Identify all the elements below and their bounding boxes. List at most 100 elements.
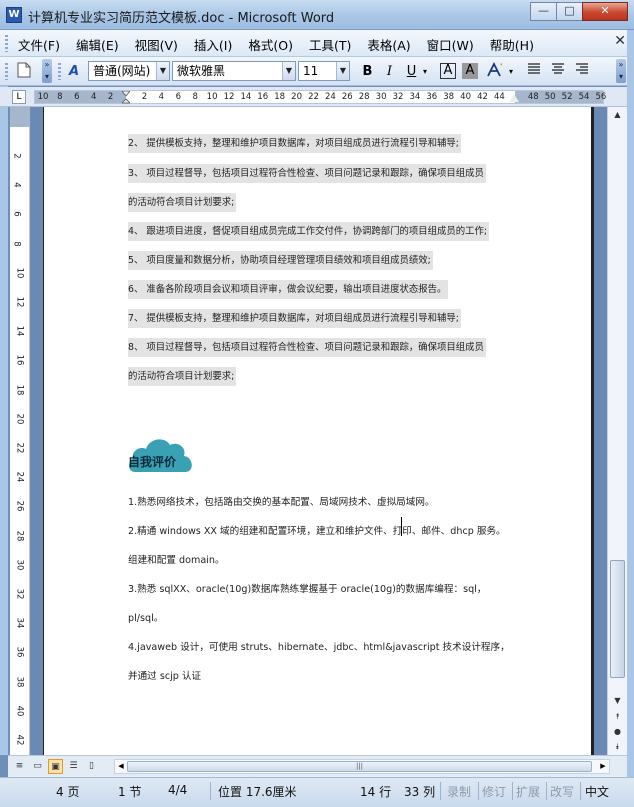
character-border-button[interactable]: A [440,63,456,79]
horizontal-scrollbar[interactable]: ◀ ||| ▶ [114,759,610,774]
ruler-tick-label: 8 [192,92,198,102]
horizontal-ruler[interactable]: 10 8 6 4 2 2 4 6 8 10 12 14 16 18 20 22 24 26 28 30 32 34 36 38… [34,90,606,104]
ruler-tick-label: 14 [240,92,252,102]
status-extend-mode[interactable]: 扩展 [516,783,540,800]
ruler-tick-label: 4 [158,92,165,102]
ruler-tick-label: 44 [493,92,505,102]
document-workspace[interactable]: 2、 提供模板支持，整理和维护项目数据库，对项目组成员进行流程引导和辅导; 3、… [31,107,607,755]
doc-line[interactable]: 4、 跟进项目进度，督促项目组成员完成工作交付件，协调跨部门的项目组成员的工作; [128,222,489,241]
minimize-button[interactable]: — [530,2,557,21]
toolbar-grip-2[interactable] [58,63,61,80]
print-layout-view-icon[interactable]: ▣ [48,759,63,774]
bold-button[interactable]: B [358,62,377,81]
eval-line[interactable]: 1.熟悉网络技术，包括路由交换的基本配置、局域网技术、虚拟局域网。 [128,494,435,508]
vertical-ruler[interactable]: 2 4 6 8 10 12 14 16 18 20 22 24 26 28 30 32 34 36 38 40 42 [10,107,30,755]
normal-view-icon[interactable]: ≡ [12,759,27,774]
close-button[interactable]: ✕ [582,2,628,21]
text-effects-dropdown-chevron-icon[interactable]: ▾ [506,62,516,81]
menu-tools[interactable]: 工具(T) [309,35,351,54]
underline-dropdown-chevron-icon[interactable]: ▾ [420,62,430,81]
scroll-left-button[interactable]: ◀ [115,760,127,773]
scroll-right-button[interactable]: ▶ [597,760,609,773]
menu-insert[interactable]: 插入(I) [194,35,232,54]
doc-line[interactable]: 的活动符合项目计划要求; [128,367,237,386]
status-record-mode[interactable]: 录制 [447,783,471,800]
tab-selector-button[interactable]: L [12,90,26,104]
styles-pane-icon[interactable]: A [64,62,84,81]
ruler-tick-label: 20 [291,92,303,102]
reading-layout-view-icon[interactable]: ▯ [84,759,99,774]
previous-page-button[interactable]: ⯭ [609,709,626,725]
scroll-up-button[interactable]: ▲ [609,107,626,123]
eval-line[interactable]: 组建和配置 domain。 [128,552,225,566]
scroll-down-button[interactable]: ▼ [609,693,626,709]
menu-view[interactable]: 视图(V) [135,35,178,54]
new-document-icon[interactable] [14,62,34,81]
window-title: 计算机专业实习简历范文模板.doc - Microsoft Word [28,11,335,26]
menu-window[interactable]: 窗口(W) [427,35,474,54]
outline-view-icon[interactable]: ☰ [66,759,81,774]
status-page: 4 页 [56,785,80,799]
italic-button[interactable]: I [380,62,399,81]
align-right-icon[interactable] [572,62,591,81]
doc-line[interactable]: 的活动符合项目计划要求; [128,193,237,212]
doc-line[interactable]: 8、 项目过程督导，包括项目过程符合性检查、项目问题记录和跟踪，确保项目组成员 [128,338,486,357]
toolbar-grip[interactable] [5,63,8,80]
font-select-value: 微软雅黑 [177,64,226,78]
eval-line[interactable]: 4.javaweb 设计，可使用 struts、hibernate、jdbc、h… [128,639,510,653]
doc-line[interactable]: 5、 项目度量和数据分析，协助项目经理管理项目绩效和项目组成员绩效; [128,251,433,270]
toolbar-options-chevron-icon[interactable]: » ▾ [42,59,52,83]
doc-line[interactable]: 7、 提供模板支持，整理和维护项目数据库，对项目组成员进行流程引导和辅导; [128,309,461,328]
ruler-tick-label: 48 [527,92,539,102]
web-layout-view-icon[interactable]: ▭ [30,759,45,774]
menu-edit[interactable]: 编辑(E) [76,35,119,54]
menu-table[interactable]: 表格(A) [367,35,410,54]
underline-button[interactable]: U [402,62,421,81]
word-app-icon[interactable]: W [6,7,22,23]
status-overtype-mode[interactable]: 改写 [550,783,574,800]
eval-line[interactable]: 2.精通 windows XX 域的组建和配置环境，建立和维护文件、打印、邮件、… [128,523,506,537]
ruler-tick-label: 38 [443,92,455,102]
horizontal-scroll-thumb[interactable]: ||| [127,761,592,772]
ruler-tick-label: 20 [14,413,25,425]
chevron-down-icon[interactable]: ▼ [336,62,349,80]
font-size-select[interactable]: 11 ▼ [298,61,350,81]
menu-file[interactable]: 文件(F) [18,35,60,54]
chevron-down-icon[interactable]: ▼ [282,62,295,80]
font-select[interactable]: 微软雅黑 ▼ [172,61,296,81]
ruler-tick-label: 40 [14,705,25,717]
maximize-button[interactable]: □ [556,2,583,21]
document-page[interactable]: 2、 提供模板支持，整理和维护项目数据库，对项目组成员进行流程引导和辅导; 3、… [43,107,594,755]
indent-marker-icon[interactable] [121,90,131,104]
eval-line[interactable]: pl/sql。 [128,610,163,624]
next-page-button[interactable]: ⯯ [609,739,626,755]
text-effects-icon[interactable] [484,61,508,81]
section-heading-self-evaluation[interactable]: 自我评价 [128,453,176,470]
character-shading-button[interactable]: A [462,63,478,79]
menubar-grip[interactable] [5,35,8,52]
ruler-tick-label: 26 [14,500,25,512]
style-select[interactable]: 普通(网站) ▼ [88,61,170,81]
close-document-button[interactable]: ✕ [614,33,626,49]
doc-line[interactable]: 3、 项目过程督导，包括项目过程符合性检查、项目问题记录和跟踪，确保项目组成员 [128,164,486,183]
menu-format[interactable]: 格式(O) [248,35,293,54]
toolbar-options-chevron-icon-2[interactable]: » ▾ [616,59,626,83]
eval-line[interactable]: 3.熟悉 sqlXX、oracle(10g)数据库熟练掌握基于 oracle(1… [128,581,486,595]
status-separator [512,782,513,800]
align-center-icon[interactable] [548,62,567,81]
status-separator [546,782,547,800]
select-browse-object-button[interactable]: ● [609,724,626,740]
menu-help[interactable]: 帮助(H) [490,35,534,54]
doc-line[interactable]: 2、 提供模板支持，整理和维护项目数据库，对项目组成员进行流程引导和辅导; [128,134,461,153]
right-indent-marker-icon[interactable] [509,94,519,102]
vertical-scrollbar[interactable]: ▲ ▼ ⯭ ● ⯯ [607,107,627,755]
doc-line[interactable]: 6、 准备各阶段项目会议和项目评审，做会议纪要，输出项目进度状态报告。 [128,280,449,299]
status-track-changes[interactable]: 修订 [482,783,506,800]
ruler-bar: L 10 8 6 4 2 2 4 6 8 10 12 14 16 18 20 22 24 26 28 30 32 34 36… [0,87,634,107]
align-justify-icon[interactable] [524,62,543,81]
eval-line[interactable]: 并通过 scjp 认证 [128,668,201,682]
chevron-down-icon[interactable]: ▼ [156,62,169,80]
status-separator [478,782,479,800]
ruler-tick-label: 12 [14,296,25,308]
vertical-scroll-thumb[interactable] [610,560,625,678]
